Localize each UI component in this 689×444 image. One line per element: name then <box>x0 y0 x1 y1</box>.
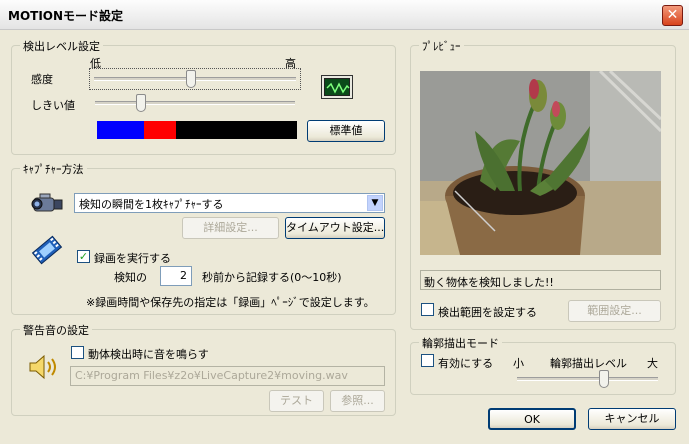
capture-method-value: 検知の瞬間を1枚ｷｬﾌﾟﾁｬｰする <box>79 198 224 211</box>
outline-level-label: 輪郭描出レベル <box>550 357 627 370</box>
detection-level-group-label: 検出レベル設定 <box>20 38 103 54</box>
before-prefix-label: 検知の <box>114 271 147 284</box>
sound-file-path: C:¥Program Files¥z2o¥LiveCapture2¥moving… <box>75 369 348 382</box>
detection-status-box: 動く物体を検知しました!! <box>420 270 661 290</box>
film-icon <box>31 234 63 266</box>
threshold-slider-thumb[interactable] <box>136 94 146 112</box>
speaker-icon <box>26 353 62 381</box>
detail-settings-button[interactable]: 詳細設定... <box>182 217 279 239</box>
before-seconds-value: 2 <box>180 269 187 282</box>
chevron-down-icon[interactable]: ▼ <box>367 195 383 211</box>
capture-method-group: ｷｬﾌﾟﾁｬｰ方法 <box>11 161 396 315</box>
alarm-group-label: 警告音の設定 <box>20 322 92 338</box>
browse-button[interactable]: 参照... <box>330 390 385 412</box>
record-checkbox[interactable]: ✓ <box>77 250 90 263</box>
range-settings-button[interactable]: 範囲設定... <box>568 300 661 322</box>
outline-small-label: 小 <box>513 357 524 370</box>
cancel-button[interactable]: キャンセル <box>588 408 676 430</box>
level-bar <box>97 121 297 139</box>
sensitivity-slider[interactable] <box>89 68 301 90</box>
close-button[interactable]: ✕ <box>662 5 683 26</box>
window-title: MOTIONモード設定 <box>8 9 124 23</box>
outline-enable-label: 有効にする <box>438 357 494 370</box>
outline-level-slider[interactable] <box>515 370 660 388</box>
level-bar-blue-segment <box>97 121 144 139</box>
sound-file-field[interactable]: C:¥Program Files¥z2o¥LiveCapture2¥moving… <box>70 366 385 386</box>
capture-method-group-label: ｷｬﾌﾟﾁｬｰ方法 <box>20 161 87 177</box>
test-button[interactable]: テスト <box>269 390 324 412</box>
before-seconds-input[interactable]: 2 <box>160 266 192 286</box>
outline-large-label: 大 <box>647 357 658 370</box>
capture-method-select[interactable]: 検知の瞬間を1枚ｷｬﾌﾟﾁｬｰする ▼ <box>74 193 385 213</box>
record-checkbox-label: 録画を実行する <box>94 252 171 265</box>
preview-group-label: ﾌﾟﾚﾋﾞｭｰ <box>419 38 464 54</box>
waveform-button[interactable] <box>321 75 353 99</box>
standard-value-button[interactable]: 標準値 <box>307 120 385 142</box>
level-bar-red-segment <box>144 121 176 139</box>
sound-checkbox[interactable] <box>71 346 84 359</box>
detection-status-text: 動く物体を検知しました!! <box>424 276 554 289</box>
outline-level-slider-thumb[interactable] <box>599 370 609 388</box>
threshold-slider[interactable] <box>93 94 299 112</box>
before-suffix-label: 秒前から記録する(0～10秒) <box>202 271 342 284</box>
sensitivity-label: 感度 <box>31 73 53 86</box>
record-note: ※録画時間や保存先の指定は「録画」ﾍﾟｰｼﾞで設定します。 <box>86 296 375 309</box>
sound-checkbox-label: 動体検出時に音を鳴らす <box>88 348 209 361</box>
waveform-icon <box>324 78 350 96</box>
level-bar-black-segment <box>176 121 297 139</box>
timeout-settings-button[interactable]: タイムアウト設定... <box>285 217 385 239</box>
ok-button[interactable]: OK <box>488 408 576 430</box>
outline-mode-group-label: 輪郭描出モード <box>419 335 502 351</box>
range-checkbox-label: 検出範囲を設定する <box>438 306 537 319</box>
sensitivity-slider-thumb[interactable] <box>186 70 196 88</box>
threshold-label: しきい値 <box>31 99 75 112</box>
camcorder-icon <box>30 191 66 217</box>
range-checkbox[interactable] <box>421 303 434 316</box>
preview-image <box>420 71 661 255</box>
outline-enable-checkbox[interactable] <box>421 354 434 367</box>
title-bar: MOTIONモード設定 ✕ <box>0 0 689 30</box>
